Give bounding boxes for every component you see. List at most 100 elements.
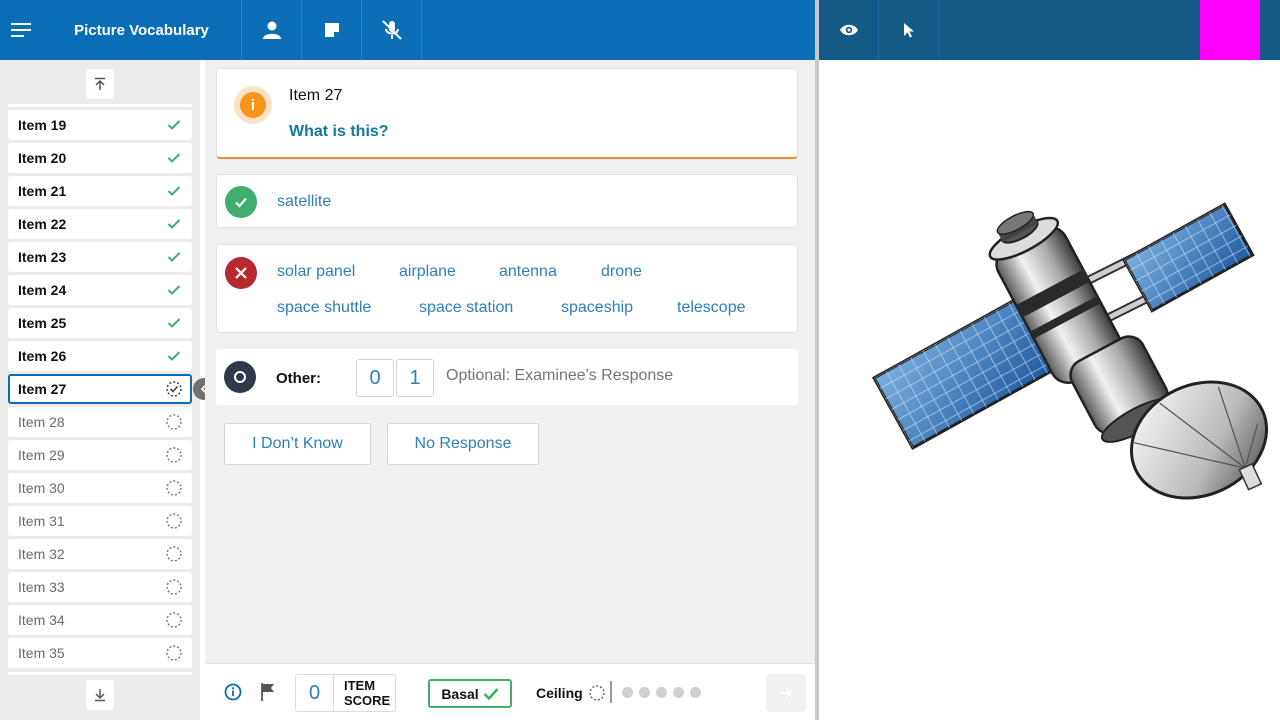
flag-button[interactable] [260,682,276,702]
check-icon [165,314,183,332]
in-progress-icon [165,380,183,398]
other-response-card: Other: 0 1 [216,349,798,405]
pointer-icon [903,23,914,38]
item-score-label: ITEM SCORE [344,678,391,708]
app-header: Picture Vocabulary [0,0,815,60]
info-badge: i [234,86,272,124]
pending-circle-icon [165,611,183,629]
scoring-footer: 0 ITEM SCORE Basal Ceiling [205,663,815,720]
check-icon [483,687,499,700]
incorrect-response[interactable]: antenna [499,263,557,281]
menu-button[interactable] [0,0,42,60]
next-item-button[interactable] [766,674,806,712]
ceiling-progress [622,687,701,698]
arrow-right-icon [780,687,793,699]
incorrect-response[interactable]: spaceship [561,299,633,317]
sidebar-item-label: Item 27 [18,381,67,397]
sidebar-item-label: Item 26 [18,348,67,364]
question-card: i Item 27 What is this? [216,68,798,159]
flag-icon [261,683,274,701]
sidebar-item[interactable]: Item 34 [8,605,192,635]
sidebar-item[interactable]: Item 29 [8,440,192,470]
sidebar-item-label: Item 31 [18,513,65,529]
sidebar-item[interactable]: Item 24 [8,275,192,305]
pending-circle-icon [588,685,605,701]
sidebar-item[interactable]: Item 30 [8,473,192,503]
check-icon [225,186,257,218]
sidebar-item[interactable]: Item 19 [8,110,192,140]
sidebar-item[interactable]: Item 25 [8,308,192,338]
ceiling-dot [690,687,701,698]
pending-circle-icon [165,413,183,431]
person-icon [262,21,281,39]
sidebar-item[interactable]: Item 35 [8,638,192,668]
item-sidebar: Item 19 Item 20 Item 21 Item 22 Item 23 Item … [0,60,200,720]
pointer-button[interactable] [879,0,939,60]
list-item-partial [8,672,192,675]
microphone-button[interactable] [362,0,422,60]
examinee-response-input[interactable] [446,367,776,385]
incorrect-response[interactable]: drone [601,263,642,281]
pending-circle-icon [165,578,183,596]
info-button[interactable] [224,683,242,701]
page-title: Picture Vocabulary [42,0,242,60]
other-score-1-button[interactable]: 1 [396,359,434,397]
sidebar-item-label: Item 20 [18,150,67,166]
ceiling-dot [673,687,684,698]
check-icon [165,182,183,200]
incorrect-response[interactable]: airplane [399,263,456,281]
item-panel: i Item 27 What is this? satellite solar … [205,60,815,663]
sidebar-item[interactable]: Item 22 [8,209,192,239]
item-score: 0 ITEM SCORE [295,674,396,712]
arrow-up-to-line-icon [95,77,105,90]
ceiling-dot [639,687,650,698]
info-icon: i [240,92,266,118]
sidebar-item[interactable]: Item 21 [8,176,192,206]
other-score-0-button[interactable]: 0 [356,359,394,397]
dont-know-button[interactable]: I Don’t Know [224,423,371,465]
sidebar-item[interactable]: Item 26 [8,341,192,371]
preview-button[interactable] [819,0,879,60]
list-item-partial [8,104,192,107]
menu-icon [11,23,31,37]
sidebar-item-label: Item 22 [18,216,67,232]
scroll-to-top-button[interactable] [86,69,114,99]
sidebar-item-label: Item 34 [18,612,65,628]
item-prompt: What is this? [289,123,389,140]
sidebar-item[interactable]: Item 31 [8,506,192,536]
sidebar-item[interactable]: Item 23 [8,242,192,272]
no-response-button[interactable]: No Response [387,423,539,465]
sidebar-item[interactable]: Item 33 [8,572,192,602]
check-icon [165,116,183,134]
ceiling-status: Ceiling [536,684,606,702]
incorrect-response[interactable]: solar panel [277,263,355,281]
sidebar-item[interactable]: Item 20 [8,143,192,173]
sidebar-item-label: Item 33 [18,579,65,595]
notes-button[interactable] [302,0,362,60]
sidebar-item[interactable]: Item 28 [8,407,192,437]
other-label: Other: [276,370,321,387]
check-icon [165,347,183,365]
sidebar-item-label: Item 24 [18,282,67,298]
sidebar-item-label: Item 21 [18,183,67,199]
pending-circle-icon [165,644,183,662]
sidebar-item[interactable]: Item 32 [8,539,192,569]
check-icon [165,149,183,167]
scroll-to-bottom-button[interactable] [86,680,114,710]
stimulus-picture-pane [819,60,1280,720]
correct-response[interactable]: satellite [277,193,331,211]
sidebar-item-label: Item 30 [18,480,65,496]
sidebar-item-label: Item 29 [18,447,65,463]
check-icon [165,248,183,266]
sidebar-item-label: Item 25 [18,315,67,331]
incorrect-response[interactable]: space shuttle [277,299,371,317]
incorrect-response[interactable]: telescope [677,299,746,317]
ceiling-dot [656,687,667,698]
incorrect-responses-card: solar panel airplane antenna drone space… [216,244,798,333]
sidebar-item-label: Item 19 [18,117,67,133]
incorrect-response[interactable]: space station [419,299,513,317]
examinee-button[interactable] [242,0,302,60]
sidebar-item[interactable]: Item 27 [8,374,192,404]
accent-block [1200,0,1260,60]
sidebar-item-label: Item 28 [18,414,65,430]
